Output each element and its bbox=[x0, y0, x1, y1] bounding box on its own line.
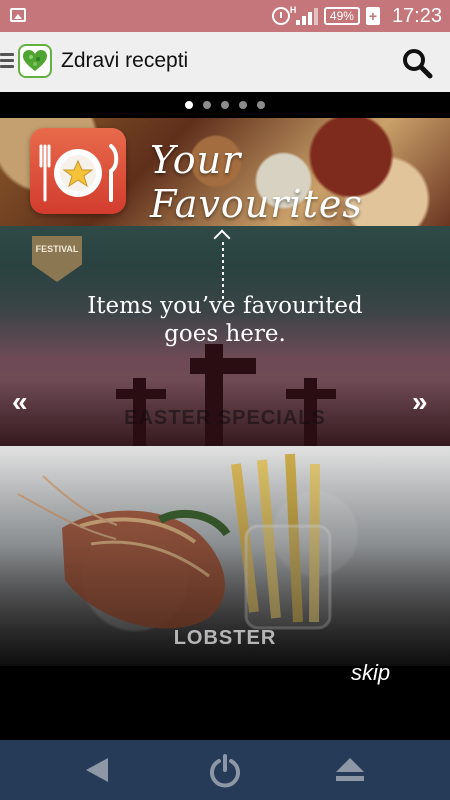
image-notification-icon bbox=[10, 8, 26, 22]
pagination-dot-5[interactable] bbox=[257, 101, 265, 109]
favorite-plate-star-icon bbox=[30, 128, 126, 214]
carousel-indicator-bar bbox=[0, 92, 450, 118]
battery-percent: 49% bbox=[329, 9, 354, 23]
favourites-empty-message: Items you’ve favourited goes here. bbox=[87, 293, 363, 347]
alarm-icon bbox=[271, 7, 290, 25]
app-logo-icon[interactable] bbox=[18, 44, 52, 78]
signal-icon: H bbox=[290, 5, 318, 25]
skip-button[interactable]: skip bbox=[351, 660, 390, 686]
power-icon[interactable] bbox=[205, 752, 245, 788]
app-title: Zdravi recepti bbox=[61, 49, 189, 72]
banner-title: Your Favourites bbox=[150, 138, 363, 226]
status-icons: H 49% + 17:23 bbox=[271, 0, 442, 32]
menu-icon[interactable] bbox=[0, 53, 14, 69]
app-bar: Zdravi recepti bbox=[0, 32, 450, 92]
pagination-dots bbox=[0, 92, 450, 118]
favourites-banner: Your Favourites bbox=[0, 118, 450, 226]
battery-icon: 49% bbox=[323, 7, 360, 25]
back-icon[interactable] bbox=[78, 752, 118, 788]
pagination-dot-4[interactable] bbox=[239, 101, 247, 109]
eject-icon[interactable] bbox=[330, 752, 370, 788]
status-bar: H 49% + 17:23 bbox=[0, 0, 450, 32]
search-icon[interactable] bbox=[400, 46, 434, 80]
cross-shape bbox=[116, 389, 166, 399]
status-time: 17:23 bbox=[391, 4, 442, 27]
network-type: H bbox=[289, 5, 297, 15]
easter-specials-label: EASTER SPECIALS bbox=[124, 407, 326, 429]
lobster-label: LOBSTER bbox=[173, 627, 277, 649]
festival-badge: FESTIVAL bbox=[32, 236, 82, 282]
pagination-dot-2[interactable] bbox=[203, 101, 211, 109]
pagination-dot-3[interactable] bbox=[221, 101, 229, 109]
pagination-dot-1[interactable] bbox=[185, 101, 193, 109]
heart-leaf-icon bbox=[23, 50, 47, 71]
cross-shape bbox=[286, 389, 336, 399]
navigation-bar bbox=[0, 740, 450, 800]
charging-icon: + bbox=[365, 7, 380, 25]
cross-shape bbox=[190, 358, 256, 374]
up-arrow-icon bbox=[213, 229, 232, 300]
